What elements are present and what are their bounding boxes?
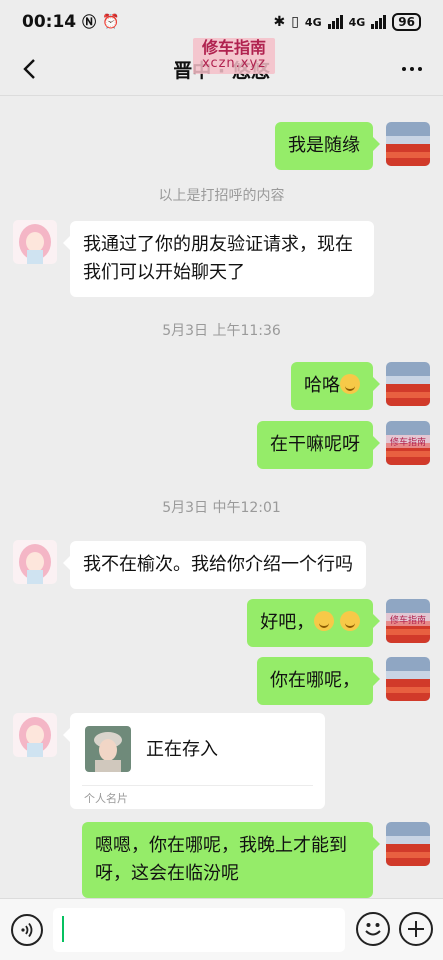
signal-icon bbox=[327, 15, 343, 29]
contact-avatar[interactable] bbox=[13, 540, 57, 584]
message-text: 哈咯 bbox=[304, 375, 340, 396]
portrait-image bbox=[85, 726, 131, 772]
sunset-avatar-image bbox=[386, 822, 430, 866]
anime-girl-avatar-image bbox=[13, 220, 57, 264]
anime-girl-avatar-image bbox=[13, 540, 57, 584]
voice-icon bbox=[21, 922, 33, 938]
plus-icon bbox=[408, 921, 424, 937]
more-options-button[interactable] bbox=[395, 54, 429, 84]
more-dot-icon bbox=[402, 67, 406, 71]
sent-message[interactable]: 我是随缘 bbox=[275, 122, 380, 170]
timestamp: 5月3日 中午12:01 bbox=[162, 500, 281, 516]
sunset-avatar-image bbox=[386, 362, 430, 406]
sent-message[interactable]: 在干嘛呢呀 bbox=[257, 421, 380, 469]
sent-message[interactable]: 哈咯 bbox=[291, 362, 380, 410]
more-dot-icon bbox=[410, 67, 414, 71]
my-avatar[interactable] bbox=[386, 122, 430, 166]
sunset-avatar-image bbox=[386, 122, 430, 166]
avatar-watermark: 修车指南 bbox=[386, 435, 430, 448]
alarm-icon: ⏰ bbox=[102, 14, 120, 30]
grin-emoji-icon bbox=[340, 611, 360, 631]
system-notice: 以上是打招呼的内容 bbox=[158, 188, 285, 204]
more-dot-icon bbox=[418, 67, 422, 71]
avatar-watermark: 修车指南 bbox=[386, 613, 430, 626]
vibrate-icon: ▯ bbox=[291, 14, 299, 30]
watermark: 修车指南 xczn.xyz bbox=[193, 38, 275, 74]
text-cursor bbox=[62, 916, 64, 942]
card-name: 正在存入 bbox=[146, 739, 218, 760]
signal-icon-2 bbox=[371, 15, 387, 29]
signal-label-1: 4G bbox=[304, 15, 322, 29]
watermark-title: 修车指南 bbox=[201, 38, 266, 57]
card-type-label: 个人名片 bbox=[84, 792, 128, 805]
sent-message[interactable]: 你在哪呢， bbox=[257, 657, 380, 705]
anime-girl-avatar-image bbox=[13, 713, 57, 757]
my-avatar[interactable] bbox=[386, 657, 430, 701]
back-button[interactable] bbox=[14, 54, 44, 84]
signal-label-2: 4G bbox=[348, 15, 366, 29]
smile-emoji-icon bbox=[340, 374, 360, 394]
status-left: 00:14 Ⓝ ⏰ bbox=[22, 12, 120, 32]
emoji-button[interactable] bbox=[356, 912, 390, 946]
chevron-left-icon bbox=[23, 59, 35, 79]
card-divider bbox=[82, 785, 313, 786]
timestamp: 5月3日 上午11:36 bbox=[162, 323, 281, 339]
watermark-url: xczn.xyz bbox=[201, 56, 267, 71]
contact-card[interactable]: 正在存入 个人名片 bbox=[63, 713, 325, 809]
input-bar bbox=[0, 898, 443, 960]
grin-emoji-icon bbox=[314, 611, 335, 631]
my-avatar[interactable] bbox=[386, 362, 430, 406]
received-message[interactable]: 我不在榆次。我给你介绍一个行吗 bbox=[63, 541, 366, 589]
status-time: 00:14 bbox=[22, 12, 77, 32]
voice-button[interactable] bbox=[11, 914, 43, 946]
received-message[interactable]: 我通过了你的朋友验证请求，现在我们可以开始聊天了 bbox=[63, 221, 374, 297]
status-right: ✱ ▯ 4G 4G 96 bbox=[273, 13, 421, 31]
more-functions-button[interactable] bbox=[399, 912, 433, 946]
my-avatar[interactable]: 修车指南 bbox=[386, 421, 430, 465]
message-input[interactable] bbox=[53, 908, 345, 952]
my-avatar[interactable]: 修车指南 bbox=[386, 599, 430, 643]
my-avatar[interactable] bbox=[386, 822, 430, 866]
message-text: 好吧， bbox=[260, 612, 315, 633]
contact-avatar[interactable] bbox=[13, 220, 57, 264]
sent-message[interactable]: 好吧， bbox=[247, 599, 380, 647]
sunset-avatar-image bbox=[386, 657, 430, 701]
sent-message[interactable]: 嗯嗯，你在哪呢，我晚上才能到呀，这会在临汾呢 bbox=[82, 822, 380, 898]
card-photo bbox=[85, 726, 131, 772]
smiley-icon bbox=[365, 923, 381, 936]
nfc-icon: Ⓝ bbox=[82, 15, 97, 31]
battery-indicator: 96 bbox=[392, 13, 421, 31]
bluetooth-icon: ✱ bbox=[273, 14, 286, 30]
contact-avatar[interactable] bbox=[13, 713, 57, 757]
